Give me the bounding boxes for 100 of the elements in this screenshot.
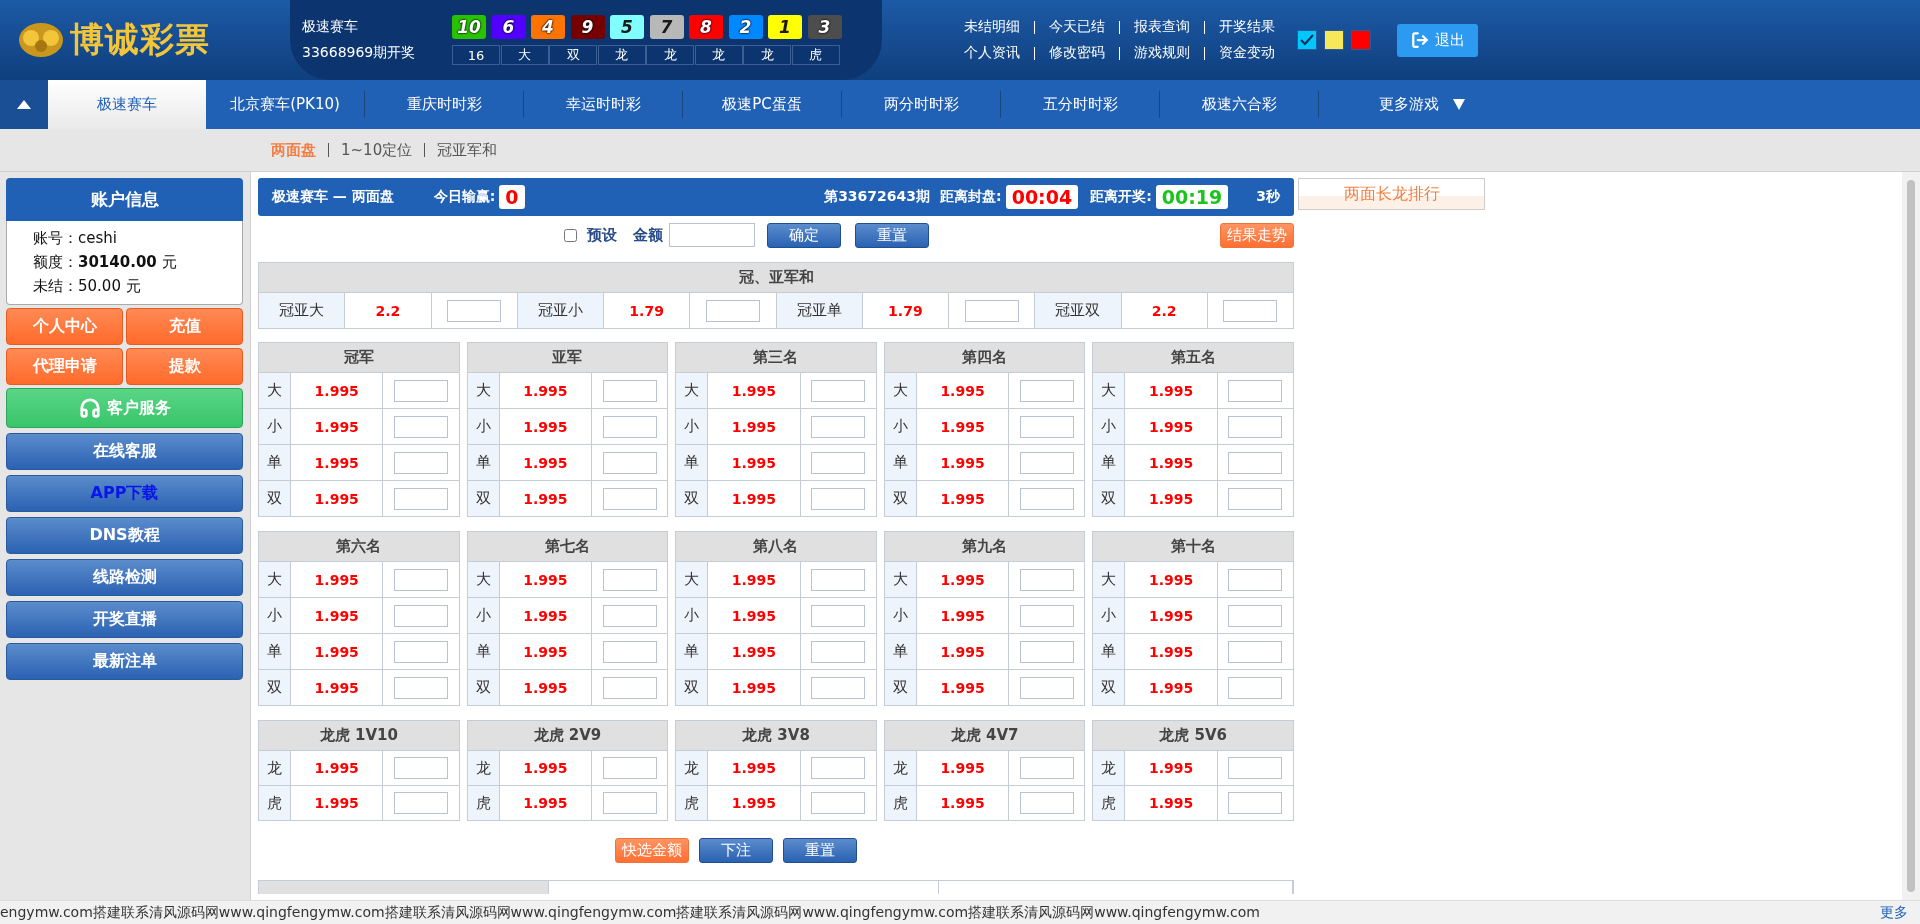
game-tab[interactable]: 极速PC蛋蛋 [683,80,841,129]
game-tab[interactable]: 两分时时彩 [842,80,1000,129]
header-link[interactable]: 资金变动 [1219,44,1275,62]
bet-amount-field[interactable] [602,757,657,779]
bet-amount-field[interactable] [811,792,866,814]
header-link[interactable]: 个人资讯 [964,44,1020,62]
more-link[interactable]: 更多 [1864,903,1920,922]
bet-label: 单 [884,444,917,481]
bet-amount-field[interactable] [602,640,657,663]
bet-amount-field[interactable] [811,640,866,663]
bet-amount-field[interactable] [811,676,866,699]
bet-amount-field[interactable] [1019,487,1074,510]
bet-amount-field[interactable] [393,379,448,402]
game-tab[interactable]: 幸运时时彩 [524,80,682,129]
bet-amount-field[interactable] [1019,640,1074,663]
game-tab[interactable]: 五分时时彩 [1001,80,1159,129]
bet-amount-field[interactable] [393,792,448,814]
sidebar-button[interactable]: 最新注单 [6,643,243,680]
bet-amount-field[interactable] [393,415,448,438]
header-link[interactable]: 修改密码 [1049,44,1105,62]
bet-amount-field[interactable] [811,451,866,474]
bet-amount-field[interactable] [1228,676,1283,699]
sidebar-button[interactable]: DNS教程 [6,517,243,554]
bet-amount-field[interactable] [393,640,448,663]
bet-amount-field[interactable] [602,792,657,814]
amount-field[interactable] [669,223,755,247]
bet-amount-field[interactable] [602,676,657,699]
play-type-tab[interactable]: 1~10定位 [341,140,413,160]
bet-amount-field[interactable] [811,568,866,591]
result-stat: 16 [452,45,500,65]
theme-swatch[interactable] [1297,30,1317,50]
bet-amount-field[interactable] [1228,415,1283,438]
sidebar-button[interactable]: 在线客服 [6,433,243,470]
bet-amount-field[interactable] [1019,568,1074,591]
header-link[interactable]: 今天已结 [1049,18,1105,36]
bet-amount-field[interactable] [602,487,657,510]
more-games-menu[interactable]: 更多游戏 [1319,80,1465,129]
collapse-button[interactable] [0,80,48,129]
game-tab[interactable]: 北京赛车(PK10) [206,80,364,129]
action-button[interactable]: 下注 [699,838,773,863]
bet-amount-field[interactable] [602,568,657,591]
bet-amount-field[interactable] [393,487,448,510]
bet-amount-field[interactable] [1223,299,1278,322]
bet-label: 双 [258,480,291,517]
bet-amount-field[interactable] [1228,757,1283,779]
sidebar-button[interactable]: 开奖直播 [6,601,243,638]
bet-amount-field[interactable] [1019,604,1074,627]
group-title: 第四名 [884,342,1085,373]
bet-amount-field[interactable] [705,299,760,322]
theme-swatch[interactable] [1324,30,1344,50]
bet-amount-field[interactable] [1019,792,1074,814]
bet-amount-field[interactable] [393,676,448,699]
bet-amount-field[interactable] [1228,487,1283,510]
bet-amount-field[interactable] [1019,676,1074,699]
odds-value: 1.995 [290,480,383,517]
bet-amount-field[interactable] [964,299,1019,322]
bet-amount-field[interactable] [393,757,448,779]
bet-amount-field[interactable] [811,487,866,510]
play-type-tab[interactable]: 冠亚军和 [437,140,498,160]
scrollbar[interactable] [1902,172,1920,900]
confirm-button[interactable]: 确定 [767,222,841,248]
bet-amount-field[interactable] [811,415,866,438]
game-tab[interactable]: 极速六合彩 [1160,80,1318,129]
header-link[interactable]: 未结明细 [964,18,1020,36]
odds-value: 1.995 [499,372,592,409]
bet-amount-field[interactable] [602,379,657,402]
reset-button[interactable]: 重置 [855,222,929,248]
theme-swatch[interactable] [1351,30,1371,50]
bet-label: 单 [258,444,291,481]
bet-label: 大 [467,372,500,409]
logout-button[interactable]: 退出 [1397,23,1478,57]
header-link[interactable]: 开奖结果 [1219,18,1275,36]
game-tab[interactable]: 极速赛车 [48,80,206,129]
bet-amount-field[interactable] [602,604,657,627]
sidebar-button[interactable]: 线路检测 [6,559,243,596]
bet-amount-field[interactable] [811,757,866,779]
header-link[interactable]: 报表查询 [1134,18,1190,36]
bet-amount-field[interactable] [811,379,866,402]
bet-amount-field[interactable] [1228,451,1283,474]
preset-checkbox[interactable] [564,228,577,242]
bet-amount-field[interactable] [1019,415,1074,438]
bet-amount-field[interactable] [393,568,448,591]
bet-amount-field[interactable] [1019,757,1074,779]
bet-amount-field[interactable] [447,299,502,322]
account-title: 账户信息 [6,178,243,221]
bet-amount-field[interactable] [811,604,866,627]
bet-amount-field[interactable] [393,604,448,627]
bet-amount-field[interactable] [1228,568,1283,591]
bet-amount-field[interactable] [1228,604,1283,627]
bet-amount-field[interactable] [602,451,657,474]
bet-amount-field[interactable] [1019,379,1074,402]
bet-amount-field[interactable] [393,451,448,474]
bet-amount-field[interactable] [1228,792,1283,814]
game-tab[interactable]: 重庆时时彩 [365,80,523,129]
bet-amount-field[interactable] [1228,640,1283,663]
bet-amount-field[interactable] [1019,451,1074,474]
action-button[interactable]: 重置 [783,838,857,863]
bet-amount-field[interactable] [602,415,657,438]
header-link[interactable]: 游戏规则 [1134,44,1190,62]
bet-amount-field[interactable] [1228,379,1283,402]
